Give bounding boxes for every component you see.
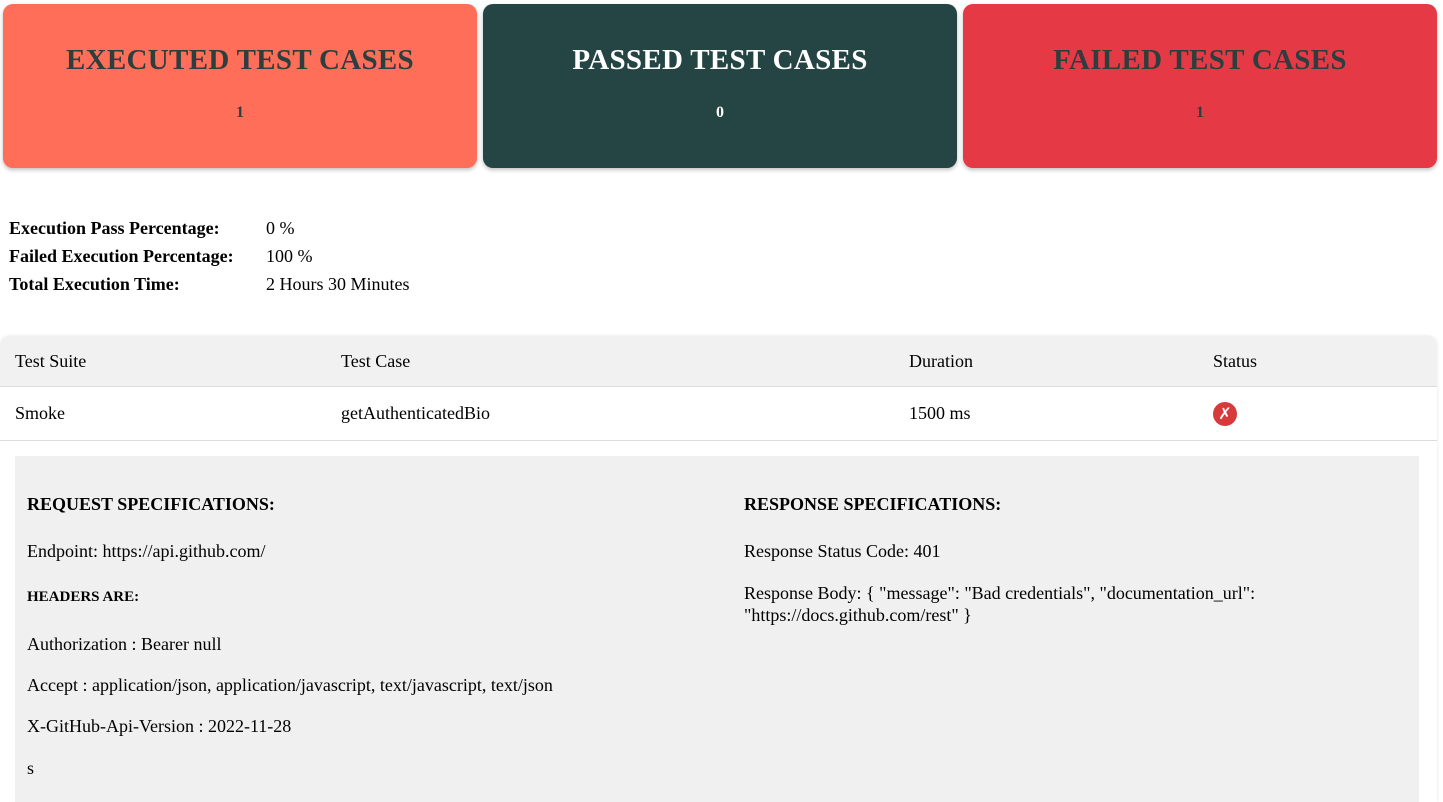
cell-test-suite: Smoke xyxy=(15,403,66,423)
pass-percentage-label: Execution Pass Percentage: xyxy=(9,218,220,238)
total-time-label: Total Execution Time: xyxy=(9,274,180,294)
total-time-value: 2 Hours 30 Minutes xyxy=(266,274,410,294)
executed-card-title: EXECUTED TEST CASES xyxy=(66,44,414,76)
header-test-case: Test Case xyxy=(341,351,411,371)
results-table: Test Suite Test Case Duration Status Smo… xyxy=(0,336,1437,802)
table-header: Test Suite Test Case Duration Status xyxy=(0,336,1437,387)
passed-card-title: PASSED TEST CASES xyxy=(572,44,868,76)
test-details-panel: REQUEST SPECIFICATIONS: Endpoint: https:… xyxy=(15,456,1419,802)
failed-test-cases-card: FAILED TEST CASES 1 xyxy=(963,4,1437,168)
header-duration: Duration xyxy=(909,351,973,371)
cell-test-case: getAuthenticatedBio xyxy=(341,403,490,423)
fail-percentage-row: Failed Execution Percentage: 100 % xyxy=(9,242,609,270)
header-authorization: Authorization : Bearer null xyxy=(27,634,222,654)
header-test-suite: Test Suite xyxy=(15,351,87,371)
summary-cards: EXECUTED TEST CASES 1 PASSED TEST CASES … xyxy=(3,4,1437,168)
response-status-code: Response Status Code: 401 xyxy=(744,541,941,561)
failed-x-icon: ✗ xyxy=(1213,402,1237,426)
pass-percentage-row: Execution Pass Percentage: 0 % xyxy=(9,214,609,242)
request-trailing-text: s xyxy=(27,758,35,778)
executed-test-cases-card: EXECUTED TEST CASES 1 xyxy=(3,4,477,168)
headers-heading: HEADERS ARE: xyxy=(27,589,140,605)
header-accept: Accept : application/json, application/j… xyxy=(27,675,553,695)
request-endpoint: Endpoint: https://api.github.com/ xyxy=(27,541,266,561)
header-status: Status xyxy=(1213,351,1258,371)
request-specifications-heading: REQUEST SPECIFICATIONS: xyxy=(27,494,275,514)
passed-card-count: 0 xyxy=(716,104,724,121)
executed-card-count: 1 xyxy=(236,104,244,121)
header-api-version: X-GitHub-Api-Version : 2022-11-28 xyxy=(27,716,292,736)
table-row[interactable]: Smoke getAuthenticatedBio 1500 ms ✗ xyxy=(0,387,1437,441)
total-time-row: Total Execution Time: 2 Hours 30 Minutes xyxy=(9,270,609,298)
fail-percentage-label: Failed Execution Percentage: xyxy=(9,246,234,266)
cell-duration: 1500 ms xyxy=(909,403,971,423)
passed-test-cases-card: PASSED TEST CASES 0 xyxy=(483,4,957,168)
fail-percentage-value: 100 % xyxy=(266,246,313,266)
failed-card-count: 1 xyxy=(1196,104,1204,121)
response-body: Response Body: { "message": "Bad credent… xyxy=(744,583,1256,625)
pass-percentage-value: 0 % xyxy=(266,218,295,238)
execution-summary: Execution Pass Percentage: 0 % Failed Ex… xyxy=(9,214,609,298)
response-specifications-heading: RESPONSE SPECIFICATIONS: xyxy=(744,494,1002,514)
failed-card-title: FAILED TEST CASES xyxy=(1053,44,1347,76)
